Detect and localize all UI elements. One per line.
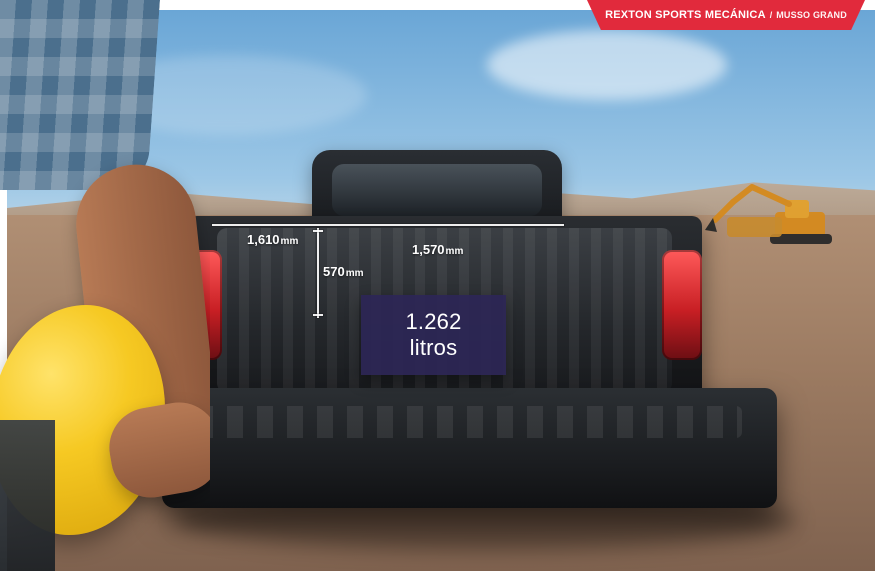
ribbon-subtitle: MUSSO GRAND xyxy=(776,10,847,20)
plaid-shirt xyxy=(0,0,161,190)
dimension-unit: mm xyxy=(345,268,364,279)
dimension-label-width-1570: 1,570mm xyxy=(412,242,463,257)
cloud xyxy=(487,30,727,100)
dimension-value: 570 xyxy=(323,264,345,279)
cargo-volume-callout: 1.262 litros xyxy=(361,295,506,375)
promo-image-frame: 1,610mm 1,570mm 570mm 1.262 litros REXTO… xyxy=(0,0,875,571)
dimension-tick xyxy=(313,230,323,232)
tailgate xyxy=(162,388,777,508)
dimension-value: 1,570 xyxy=(412,242,445,257)
pants xyxy=(0,420,55,571)
rear-window xyxy=(332,164,542,216)
right-taillight xyxy=(662,250,702,360)
dimension-value: 1,610 xyxy=(247,232,280,247)
cargo-volume-unit: litros xyxy=(409,335,458,360)
dimension-line-height xyxy=(317,228,319,318)
worker-with-helmet xyxy=(0,0,210,571)
model-ribbon: REXTON SPORTS MECÁNICA / MUSSO GRAND xyxy=(587,0,865,30)
dimension-line-width xyxy=(212,224,564,226)
dimension-unit: mm xyxy=(445,246,464,257)
ribbon-separator: / xyxy=(769,10,773,20)
dimension-tick xyxy=(313,314,323,316)
dimension-unit: mm xyxy=(280,236,299,247)
tailgate-ribs xyxy=(197,406,742,438)
excavator-icon xyxy=(705,184,832,244)
cargo-volume-value: 1.262 xyxy=(405,309,462,334)
ribbon-title: REXTON SPORTS MECÁNICA xyxy=(605,9,766,21)
dimension-label-width-1610: 1,610mm xyxy=(247,232,298,247)
dimension-label-height-570: 570mm xyxy=(323,264,364,279)
